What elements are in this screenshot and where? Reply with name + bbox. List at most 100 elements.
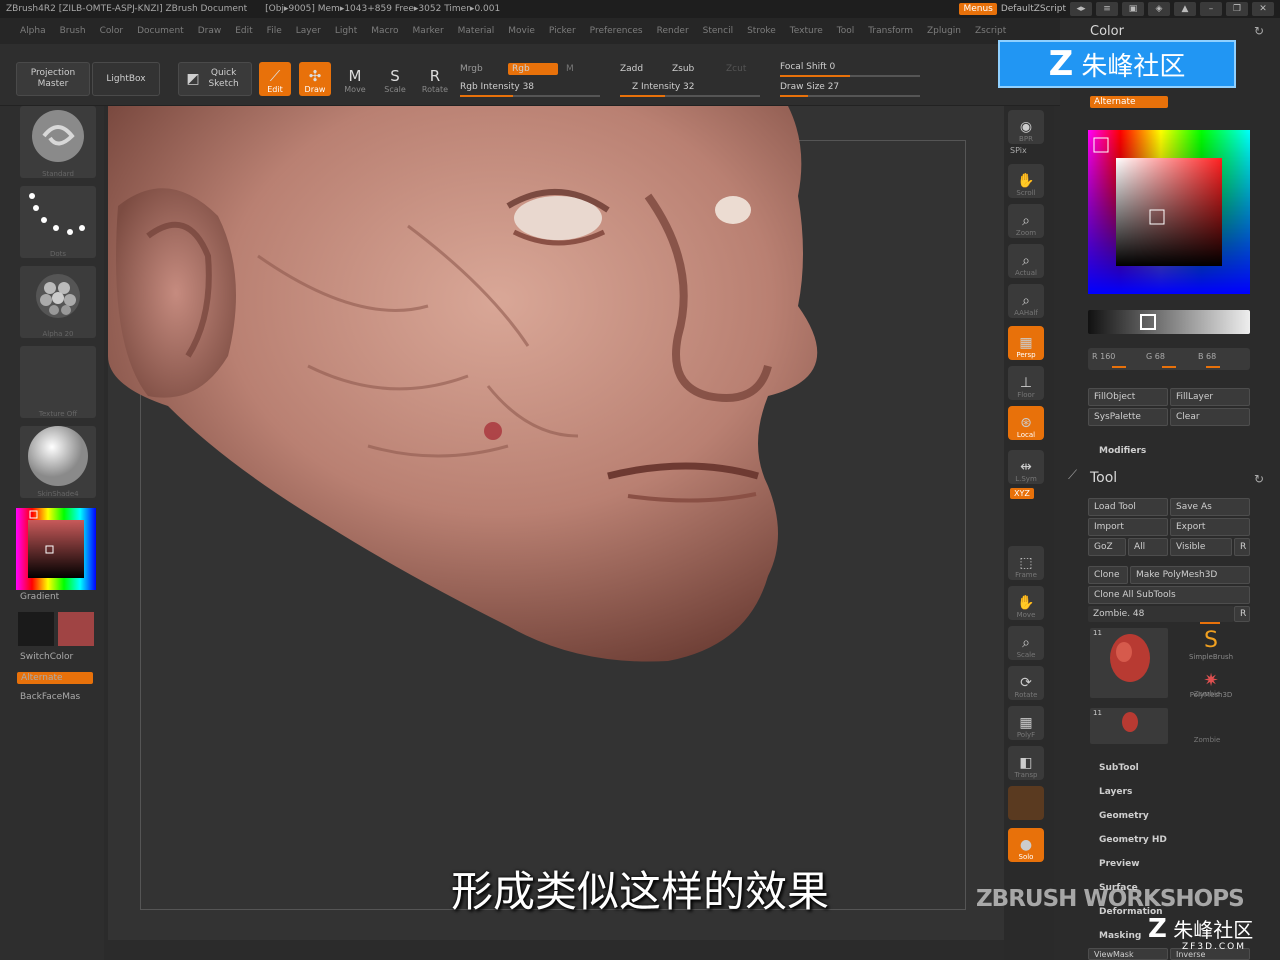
alternate-button[interactable]: Alternate — [1090, 96, 1168, 108]
menu-item[interactable]: Render — [657, 26, 689, 36]
persp-button[interactable]: ▦ Persp — [1008, 326, 1044, 360]
rgb-intensity-track[interactable] — [460, 95, 600, 97]
mrgb-button[interactable]: Mrgb — [460, 64, 483, 74]
modifiers-header[interactable]: Modifiers — [1099, 446, 1146, 456]
menu-item[interactable]: Alpha — [20, 26, 46, 36]
goz-r-button[interactable]: R — [1234, 538, 1250, 556]
menu-item[interactable]: Layer — [296, 26, 321, 36]
lightbox-button[interactable]: LightBox — [92, 62, 160, 96]
menu-item[interactable]: Zscript — [975, 26, 1006, 36]
menu-item[interactable]: Document — [137, 26, 184, 36]
current-tool-slider[interactable]: Zombie. 48 — [1088, 606, 1234, 622]
texture-thumbnail[interactable]: Texture Off — [20, 346, 96, 418]
layers-section[interactable]: Layers — [1099, 787, 1132, 797]
menu-item[interactable]: Preferences — [590, 26, 643, 36]
m-button[interactable]: M — [566, 64, 574, 74]
edit-button[interactable]: ⟋ Edit — [259, 62, 291, 96]
menu-item[interactable]: Brush — [60, 26, 86, 36]
filllayer-button[interactable]: FillLayer — [1170, 388, 1250, 406]
menu-item[interactable]: Marker — [413, 26, 444, 36]
bpr-button[interactable]: ◉ BPR — [1008, 110, 1044, 144]
default-zscript-button[interactable]: DefaultZScript — [1001, 4, 1066, 14]
goz-button[interactable]: GoZ — [1088, 538, 1126, 556]
backface-mask-button[interactable]: BackFaceMas — [20, 692, 80, 702]
z-intensity-slider[interactable]: Z Intensity 32 — [632, 82, 695, 92]
transp-button[interactable]: ◧ Transp — [1008, 746, 1044, 780]
reset-icon[interactable]: ↻ — [1254, 24, 1264, 38]
r-slider[interactable]: R 160 — [1092, 352, 1115, 361]
rotate-view-button[interactable]: ⟳ Rotate — [1008, 666, 1044, 700]
polyf-button[interactable]: ▦ PolyF — [1008, 706, 1044, 740]
restore-icon[interactable]: ❐ — [1226, 2, 1248, 16]
projection-master-button[interactable]: Projection Master — [16, 62, 90, 96]
menu-item[interactable]: Stroke — [747, 26, 776, 36]
stroke-thumbnail[interactable]: Dots — [20, 186, 96, 258]
clone-button[interactable]: Clone — [1088, 566, 1128, 584]
actual-button[interactable]: ⌕ Actual — [1008, 244, 1044, 278]
alternate-button-left[interactable]: Alternate — [17, 672, 93, 684]
focal-shift-track[interactable] — [780, 75, 920, 77]
zombie-tool-thumbnail[interactable]: 11 Zombie — [1090, 628, 1220, 698]
local-button[interactable]: ⊛ Local — [1008, 406, 1044, 440]
draw-button[interactable]: ✣ Draw — [299, 62, 331, 96]
layout-icon[interactable]: ▣ — [1122, 2, 1144, 16]
aahalf-button[interactable]: ⌕ AAHalf — [1008, 284, 1044, 318]
scroll-button[interactable]: ✋ Scroll — [1008, 164, 1044, 198]
export-button[interactable]: Export — [1170, 518, 1250, 536]
ghost-button[interactable] — [1008, 786, 1044, 820]
menu-item[interactable]: Tool — [837, 26, 854, 36]
menu-item[interactable]: Zplugin — [927, 26, 961, 36]
menu-item[interactable]: File — [267, 26, 282, 36]
gradient-button[interactable]: Gradient — [20, 592, 59, 602]
import-button[interactable]: Import — [1088, 518, 1168, 536]
menu-item[interactable]: Material — [458, 26, 495, 36]
lsym-button[interactable]: ⇹ L.Sym — [1008, 450, 1044, 484]
menu-item[interactable]: Light — [335, 26, 357, 36]
menu-item[interactable]: Macro — [371, 26, 398, 36]
frame-button[interactable]: ⬚ Frame — [1008, 546, 1044, 580]
fillobject-button[interactable]: FillObject — [1088, 388, 1168, 406]
list-icon[interactable]: ≡ — [1096, 2, 1118, 16]
material-thumbnail[interactable]: SkinShade4 — [20, 426, 96, 498]
menu-item[interactable]: Stencil — [703, 26, 733, 36]
menu-item[interactable]: Movie — [508, 26, 535, 36]
scale-button[interactable]: S Scale — [379, 62, 411, 96]
floor-button[interactable]: ⊥ Floor — [1008, 366, 1044, 400]
menu-item[interactable]: Edit — [235, 26, 252, 36]
visible-button[interactable]: Visible — [1170, 538, 1232, 556]
close-icon[interactable]: ✕ — [1252, 2, 1274, 16]
simplebrush-tool[interactable]: S SimpleBrush — [1172, 628, 1250, 668]
tool-reset-icon[interactable]: ↻ — [1254, 472, 1264, 486]
zcut-button[interactable]: Zcut — [726, 64, 746, 74]
menus-button[interactable]: Menus — [959, 3, 997, 15]
menu-item[interactable]: Picker — [549, 26, 576, 36]
solo-button[interactable]: ● Solo — [1008, 828, 1044, 862]
draw-size-track[interactable] — [780, 95, 920, 97]
subtool-section[interactable]: SubTool — [1099, 763, 1139, 773]
rotate-button[interactable]: R Rotate — [419, 62, 451, 96]
rgb-button[interactable]: Rgb — [508, 63, 558, 75]
clear-button[interactable]: Clear — [1170, 408, 1250, 426]
geometry-section[interactable]: Geometry — [1099, 811, 1149, 821]
polymesh3d-tool[interactable]: ✷ PolyMesh3D — [1172, 670, 1250, 704]
secondary-color-swatch[interactable] — [58, 612, 94, 646]
save-as-button[interactable]: Save As — [1170, 498, 1250, 516]
lock-icon[interactable]: ▲ — [1174, 2, 1196, 16]
menu-item[interactable]: Transform — [868, 26, 913, 36]
load-tool-button[interactable]: Load Tool — [1088, 498, 1168, 516]
scale-view-button[interactable]: ⌕ Scale — [1008, 626, 1044, 660]
minimize-icon[interactable]: – — [1200, 2, 1222, 16]
zadd-button[interactable]: Zadd — [620, 64, 643, 74]
b-slider[interactable]: B 68 — [1198, 352, 1216, 361]
zoom-button[interactable]: ⌕ Zoom — [1008, 204, 1044, 238]
g-slider[interactable]: G 68 — [1146, 352, 1165, 361]
pin-icon[interactable]: ⟋ — [1068, 468, 1077, 483]
history-icon[interactable]: ◂▸ — [1070, 2, 1092, 16]
spix-slider[interactable]: SPix — [1010, 146, 1027, 155]
move-button[interactable]: M Move — [339, 62, 371, 96]
color-panel-title[interactable]: Color — [1090, 24, 1124, 39]
goz-all-button[interactable]: All — [1128, 538, 1168, 556]
alpha-thumbnail[interactable]: Alpha 20 — [20, 266, 96, 338]
xyz-button[interactable]: XYZ — [1010, 488, 1034, 499]
menu-item[interactable]: Texture — [790, 26, 823, 36]
